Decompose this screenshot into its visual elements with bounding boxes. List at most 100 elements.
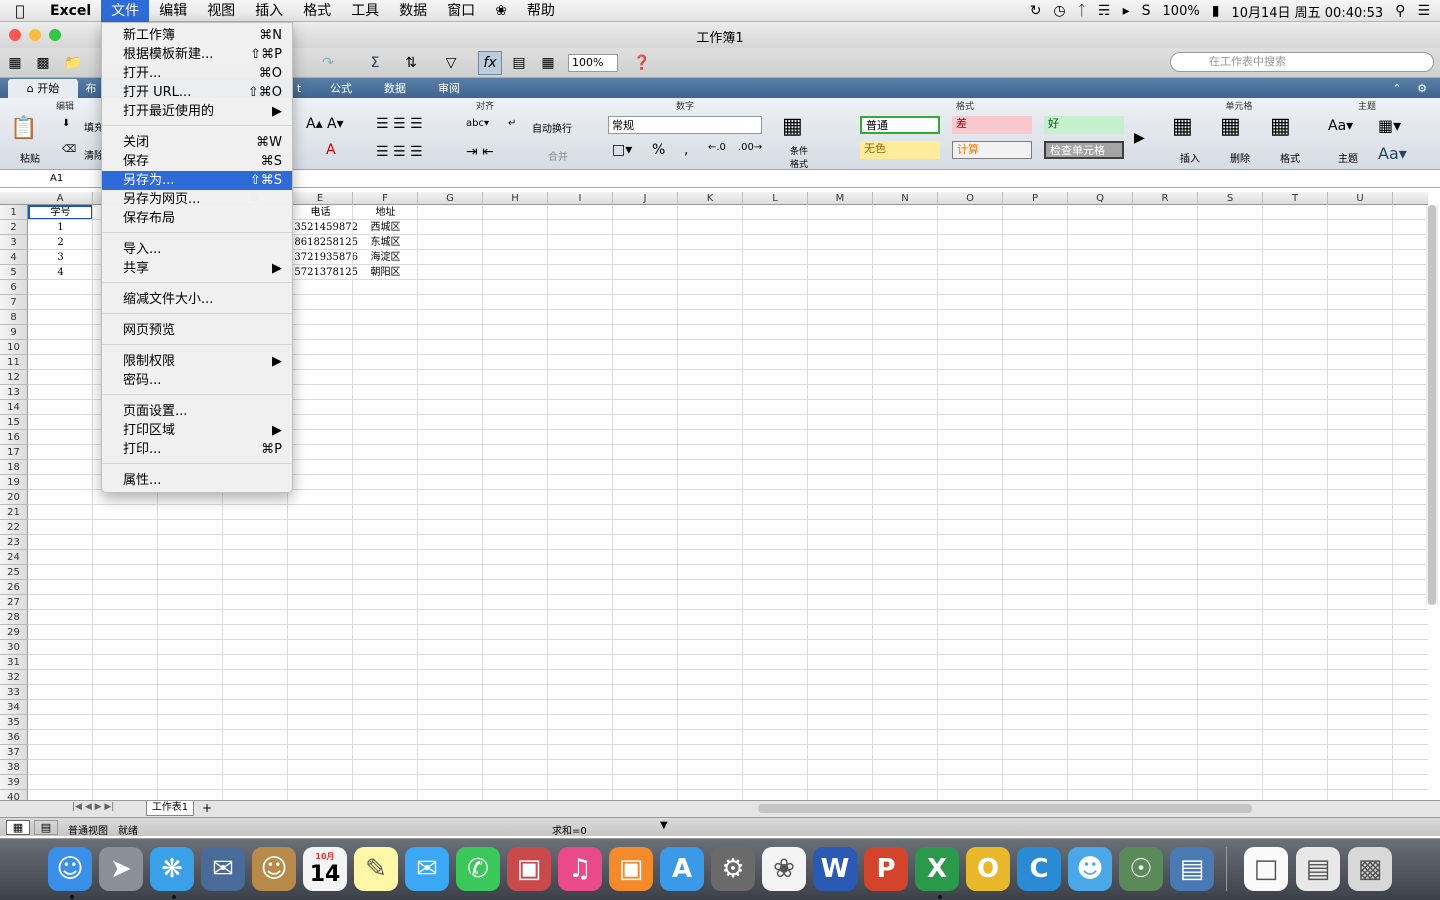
row-header[interactable]: 4 <box>0 250 28 265</box>
column-header[interactable]: G <box>418 192 483 205</box>
theme-colors-icon[interactable]: ▦▾ <box>1378 116 1401 135</box>
row-header[interactable]: 26 <box>0 580 28 595</box>
file-menu-item[interactable]: 保存布局 <box>102 209 292 228</box>
filter-icon[interactable]: ▽ <box>436 51 466 75</box>
row-header[interactable]: 22 <box>0 520 28 535</box>
format-label[interactable]: 格式 <box>1280 150 1300 165</box>
app-menu[interactable]: Excel <box>40 3 101 19</box>
conditional-format-icon[interactable]: ▦ <box>782 114 803 139</box>
file-menu-item[interactable]: 共享 ▶ <box>102 259 292 278</box>
sheet-nav-icon[interactable]: |◀ ◀ ▶ ▶| <box>72 802 114 812</box>
column-header[interactable]: L <box>743 192 808 205</box>
row-header[interactable]: 13 <box>0 385 28 400</box>
column-header[interactable]: F <box>353 192 418 205</box>
help-icon[interactable]: ❓ <box>630 51 654 75</box>
row-header[interactable]: 27 <box>0 595 28 610</box>
row-header[interactable]: 40 <box>0 790 28 800</box>
row-header[interactable]: 11 <box>0 355 28 370</box>
cell[interactable]: 西城区 <box>353 220 418 235</box>
delete-label[interactable]: 删除 <box>1230 150 1250 165</box>
row-header[interactable]: 21 <box>0 505 28 520</box>
delete-cells-icon[interactable]: ▦ <box>1220 114 1241 139</box>
excel-icon[interactable]: X <box>915 847 959 891</box>
file-menu-item[interactable]: 页面设置... <box>102 402 292 421</box>
toolbox-icon[interactable]: ▤ <box>508 51 530 75</box>
font-color-icon[interactable]: A <box>326 142 336 158</box>
file-menu-item[interactable]: 关闭 ⌘W <box>102 133 292 152</box>
horizontal-scroll-thumb[interactable] <box>758 804 1252 813</box>
templates-icon[interactable]: ▩ <box>32 51 54 75</box>
menu-data[interactable]: 数据 <box>389 0 437 22</box>
grow-font-icon[interactable]: A▴ A▾ <box>306 116 344 132</box>
finder-icon[interactable]: ☺ <box>48 847 92 891</box>
safari-icon[interactable]: ❋ <box>150 847 194 891</box>
ribbon-settings-icon[interactable]: ⚙ <box>1410 79 1434 98</box>
sum-status[interactable]: 求和=0 <box>552 822 587 837</box>
currency-icon[interactable]: □▾ <box>612 142 632 158</box>
comma-icon[interactable]: , <box>684 142 688 158</box>
themes-icon[interactable]: Aa▾ <box>1328 118 1353 134</box>
trash-icon[interactable]: ▩ <box>1348 847 1392 891</box>
column-header[interactable]: T <box>1263 192 1328 205</box>
zoom-select[interactable]: 100% <box>568 54 618 72</box>
wrap-text-label[interactable]: 自动换行 <box>532 120 572 135</box>
ibooks-icon[interactable]: ▣ <box>609 847 653 891</box>
cell[interactable]: 1 <box>28 220 93 235</box>
file-menu-item[interactable]: 打开... ⌘O <box>102 64 292 83</box>
menu-file[interactable]: 文件 <box>101 0 150 22</box>
menu-edit[interactable]: 编辑 <box>149 0 197 22</box>
column-header[interactable]: A <box>28 192 93 205</box>
system-preferences-icon[interactable]: ⚙ <box>711 847 755 891</box>
tab-charts[interactable]: t <box>292 79 306 98</box>
tab-home[interactable]: ⌂ 开始 <box>8 79 78 98</box>
time-machine-icon[interactable]: ◷ <box>1053 3 1065 19</box>
cell[interactable]: 15721378125 <box>288 265 358 280</box>
column-header[interactable]: H <box>483 192 548 205</box>
column-header[interactable]: O <box>938 192 1003 205</box>
themes-label[interactable]: 主题 <box>1338 150 1358 165</box>
cell[interactable]: 朝阳区 <box>353 265 418 280</box>
merge-label[interactable]: 合并 <box>548 148 568 163</box>
file-menu-item[interactable]: 打开 URL... ⇧⌘O <box>102 83 292 102</box>
number-format-select[interactable]: 常规 <box>608 116 762 134</box>
column-header[interactable]: E <box>288 192 353 205</box>
cell[interactable]: 18618258125 <box>288 235 358 250</box>
collapse-ribbon-icon[interactable]: ⌃ <box>1388 79 1406 98</box>
script-icon[interactable]: ❀ <box>485 0 517 22</box>
column-header[interactable]: K <box>678 192 743 205</box>
fill-icon[interactable]: ⬇ <box>62 118 70 129</box>
cell[interactable]: 电话 <box>288 205 353 220</box>
network-icon[interactable]: ☉ <box>1119 847 1163 891</box>
theme-fonts-icon[interactable]: Aa▾ <box>1378 144 1407 163</box>
row-header[interactable]: 25 <box>0 565 28 580</box>
normal-view-icon[interactable]: ▦ <box>6 820 30 835</box>
file-menu-item[interactable]: 打印... ⌘P <box>102 440 292 459</box>
cell[interactable]: 4 <box>28 265 93 280</box>
cell[interactable]: 13521459872 <box>288 220 358 235</box>
file-menu-item[interactable]: 根据模板新建... ⇧⌘P <box>102 45 292 64</box>
input-method-icon[interactable]: S <box>1142 3 1151 19</box>
menu-help[interactable]: 帮助 <box>517 0 565 22</box>
row-header[interactable]: 18 <box>0 460 28 475</box>
style-good[interactable]: 好 <box>1044 116 1124 134</box>
row-header[interactable]: 7 <box>0 295 28 310</box>
row-header[interactable]: 29 <box>0 625 28 640</box>
facetime-icon[interactable]: ✆ <box>456 847 500 891</box>
file-menu-item[interactable]: 密码... <box>102 371 292 390</box>
file-menu-item[interactable]: 打印区域 ▶ <box>102 421 292 440</box>
messages-icon[interactable]: ✉ <box>405 847 449 891</box>
column-header[interactable]: Q <box>1068 192 1133 205</box>
menu-format[interactable]: 格式 <box>293 0 341 22</box>
row-header[interactable]: 38 <box>0 760 28 775</box>
file-menu-item[interactable]: 网页预览 <box>102 321 292 340</box>
menu-window[interactable]: 窗口 <box>437 0 485 22</box>
row-header[interactable]: 14 <box>0 400 28 415</box>
cell[interactable]: 13721935876 <box>288 250 358 265</box>
mail-icon[interactable]: ✉ <box>201 847 245 891</box>
menu-insert[interactable]: 插入 <box>245 0 293 22</box>
row-header[interactable]: 5 <box>0 265 28 280</box>
c-app-icon[interactable]: C <box>1017 847 1061 891</box>
format-cells-icon[interactable]: ▦ <box>1270 114 1291 139</box>
calendar-icon[interactable]: 10月 14 <box>303 847 347 891</box>
spotlight-icon[interactable]: ⚲ <box>1395 3 1405 19</box>
